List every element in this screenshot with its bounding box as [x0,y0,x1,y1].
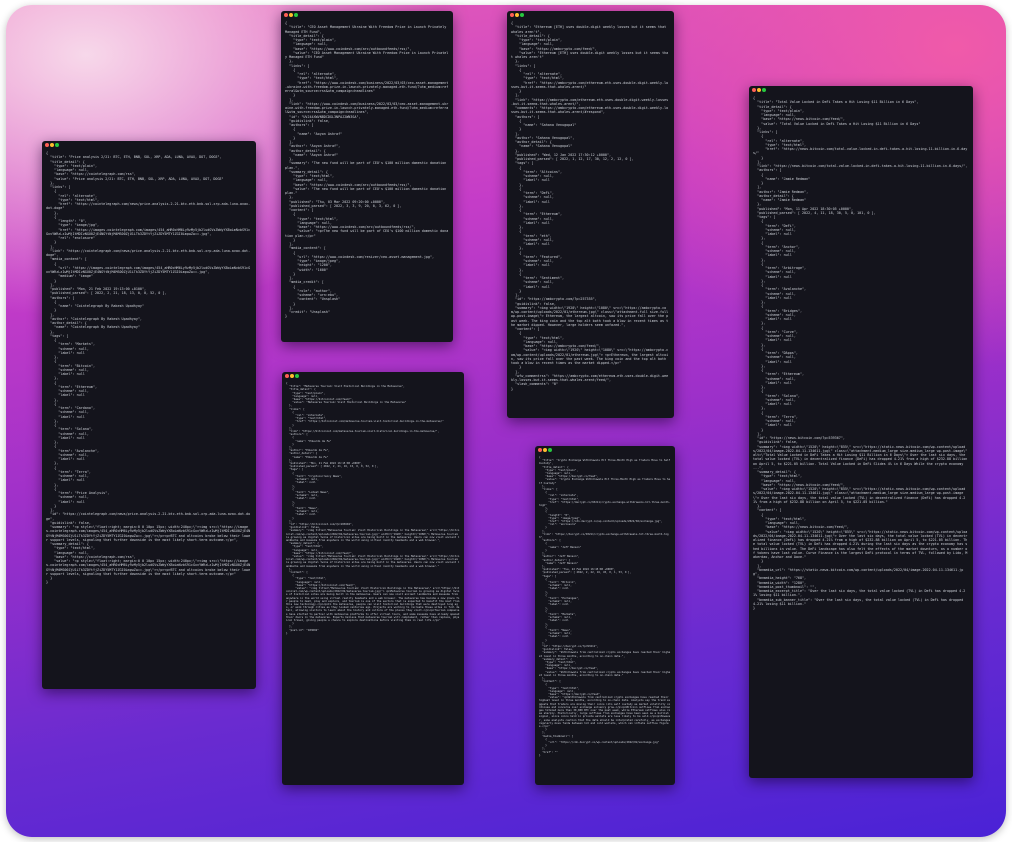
close-button[interactable] [510,13,514,17]
window-titlebar [535,446,675,455]
json-window-ethereum-gas: { "title": "Ethereum [ETH] uses double-d… [507,11,674,418]
close-button[interactable] [45,143,49,147]
window-titlebar [749,86,973,95]
minimize-button[interactable] [50,143,54,147]
maximize-button[interactable] [294,13,298,17]
json-code: { "title": "Price analysis 2/21: BTC, ET… [46,151,251,585]
json-code: { "title": "Total Value Locked in DeFi T… [753,96,968,610]
maximize-button[interactable] [295,374,299,378]
json-window-ukraine-donation: { "title": "CEO Asset Management Ukraine… [281,11,453,342]
maximize-button[interactable] [762,88,766,92]
window-titlebar [42,141,256,150]
close-button[interactable] [285,374,289,378]
maximize-button[interactable] [55,143,59,147]
json-window-metaverse-buildings: { "title": "Metaverse Tourism: Visit His… [282,372,464,785]
json-code: { "title": "Metaverse Tourism: Visit His… [286,382,460,635]
close-button[interactable] [284,13,288,17]
minimize-button[interactable] [757,88,761,92]
maximize-button[interactable] [548,448,552,452]
close-button[interactable] [752,88,756,92]
minimize-button[interactable] [543,448,547,452]
json-code: { "title": "Ethereum [ETH] uses double-d… [511,21,669,391]
window-titlebar [282,372,464,381]
minimize-button[interactable] [290,374,294,378]
json-code: { "title": "Crypto Exchange Withdrawals … [539,456,671,757]
minimize-button[interactable] [515,13,519,17]
json-window-defi-tvl: { "title": "Total Value Locked in DeFi T… [749,86,973,778]
window-titlebar [281,11,453,20]
close-button[interactable] [538,448,542,452]
json-window-price-analysis: { "title": "Price analysis 2/21: BTC, ET… [42,141,256,689]
maximize-button[interactable] [520,13,524,17]
minimize-button[interactable] [289,13,293,17]
window-titlebar [507,11,674,20]
json-code: { "title": "CEO Asset Management Ukraine… [285,21,449,319]
json-window-small-feed: { "title": "Crypto Exchange Withdrawals … [535,446,675,785]
